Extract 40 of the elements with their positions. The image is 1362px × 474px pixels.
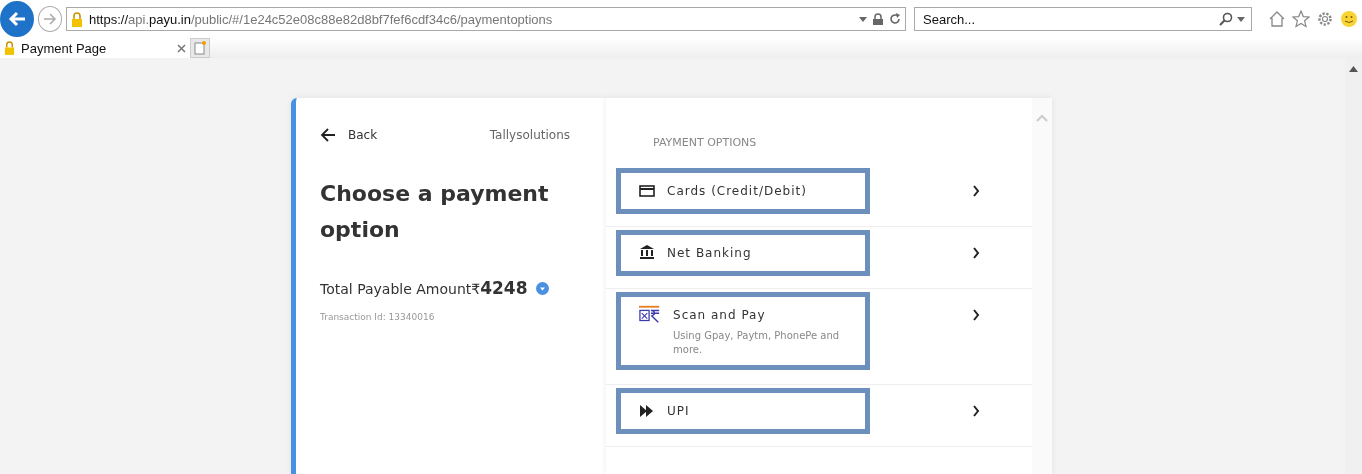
payment-option[interactable]: UPI — [616, 388, 870, 434]
chevron-right-icon[interactable] — [972, 309, 980, 321]
search-icon[interactable] — [1219, 12, 1233, 26]
star-icon[interactable] — [1292, 10, 1310, 28]
left-arrow-icon — [320, 128, 336, 142]
home-icon[interactable] — [1268, 10, 1286, 28]
padlock-icon — [4, 41, 15, 55]
chevron-right-icon[interactable] — [972, 185, 980, 197]
refresh-icon[interactable] — [889, 13, 901, 25]
dropdown-icon[interactable] — [535, 281, 549, 295]
chevron-right-icon[interactable] — [972, 247, 980, 259]
double-arrow-icon — [639, 404, 655, 418]
credit-card-icon — [639, 184, 655, 198]
payment-option[interactable]: Scan and Pay Using Gpay, Paytm, PhonePe and more. — [616, 292, 870, 370]
settings-icon[interactable] — [1316, 10, 1334, 28]
smiley-icon[interactable] — [1340, 10, 1358, 28]
browser-tab[interactable]: Payment Page — [0, 38, 190, 58]
lock-icon — [873, 13, 883, 25]
padlock-icon — [71, 11, 83, 27]
section-heading: PAYMENT OPTIONS — [653, 136, 758, 149]
left-arrow-icon — [7, 11, 26, 27]
page-title: Choose a payment option — [320, 180, 550, 244]
right-arrow-icon — [42, 13, 57, 25]
qr-rupee-icon — [639, 305, 661, 325]
search-bar[interactable]: Search... — [914, 7, 1252, 31]
address-bar[interactable]: https://api.payu.in/public/#/1e24c52e08c88e82d8bf7fef6cdf34c6/paymentoptions — [66, 7, 906, 31]
merchant-name: Tallysolutions — [489, 128, 570, 142]
bank-icon — [639, 245, 655, 260]
back-link[interactable]: Back — [320, 128, 378, 142]
dropdown-icon[interactable] — [1237, 16, 1245, 22]
new-page-icon — [194, 41, 206, 55]
payment-option[interactable]: Net Banking — [616, 230, 870, 276]
transaction-id: Transaction Id: 13340016 — [320, 312, 436, 322]
payable-amount: Total Payable Amount₹4248 — [320, 278, 528, 298]
close-icon[interactable] — [177, 43, 186, 53]
back-button[interactable] — [0, 1, 34, 37]
payment-option[interactable]: Cards (Credit/Debit) — [616, 168, 870, 214]
chevron-right-icon[interactable] — [972, 405, 980, 417]
dropdown-icon[interactable] — [859, 16, 867, 22]
url-text: https://api.payu.in/public/#/1e24c52e08c88e82d8bf7fef6cdf34c6/paymentoptions — [89, 11, 554, 27]
